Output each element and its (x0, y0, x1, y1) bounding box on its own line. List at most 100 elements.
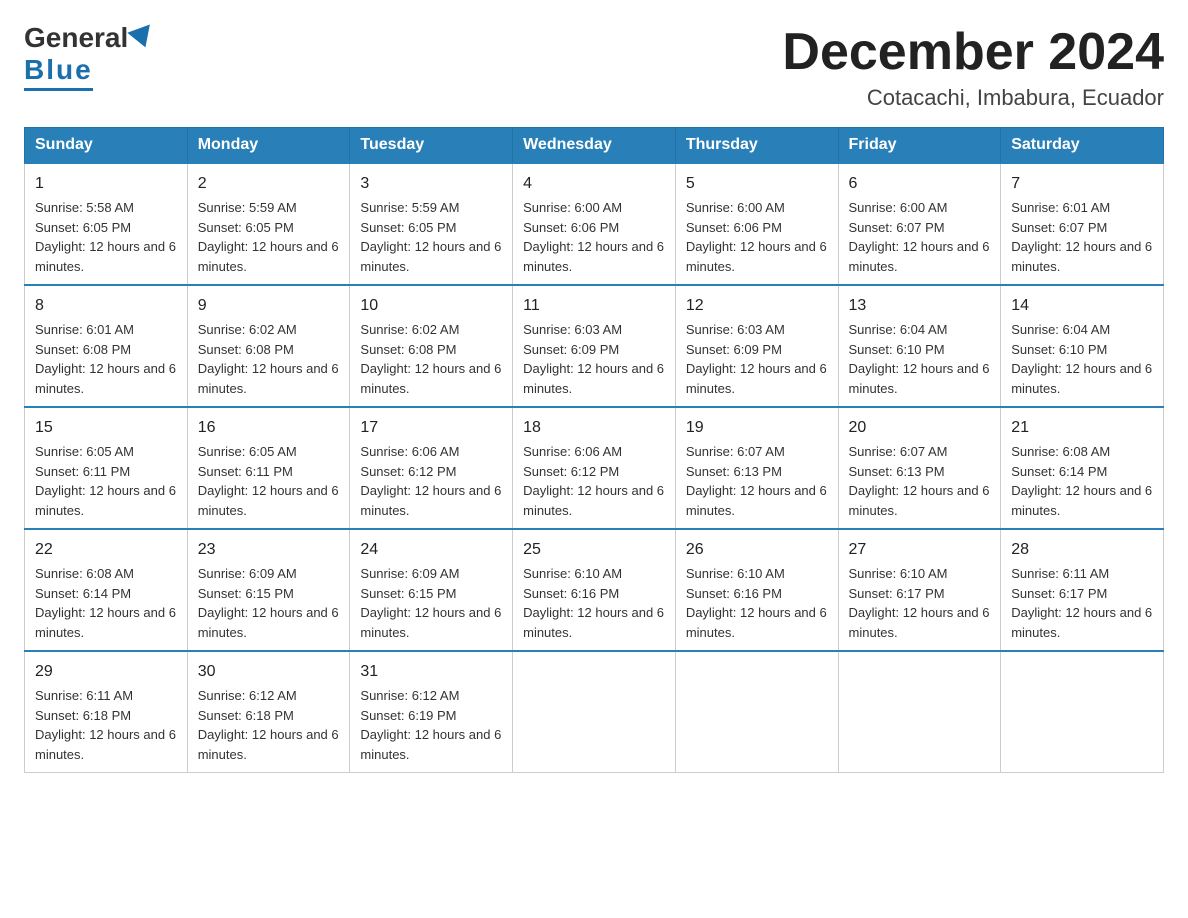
day-info: Sunrise: 6:03 AMSunset: 6:09 PMDaylight:… (523, 322, 664, 396)
col-header-thursday: Thursday (675, 128, 838, 164)
day-info: Sunrise: 6:00 AMSunset: 6:06 PMDaylight:… (686, 200, 827, 274)
day-number: 13 (849, 294, 991, 318)
logo-blue-text: Blue (24, 54, 93, 91)
day-info: Sunrise: 6:04 AMSunset: 6:10 PMDaylight:… (849, 322, 990, 396)
day-info: Sunrise: 6:11 AMSunset: 6:17 PMDaylight:… (1011, 566, 1152, 640)
day-number: 17 (360, 416, 502, 440)
day-number: 4 (523, 172, 665, 196)
calendar-week-row: 15 Sunrise: 6:05 AMSunset: 6:11 PMDayligh… (25, 407, 1164, 529)
calendar-cell: 14 Sunrise: 6:04 AMSunset: 6:10 PMDayligh… (1001, 285, 1164, 407)
day-info: Sunrise: 5:59 AMSunset: 6:05 PMDaylight:… (198, 200, 339, 274)
day-info: Sunrise: 6:09 AMSunset: 6:15 PMDaylight:… (360, 566, 501, 640)
col-header-monday: Monday (187, 128, 350, 164)
day-number: 9 (198, 294, 340, 318)
calendar-cell: 22Sunrise: 6:08 AMSunset: 6:14 PMDayligh… (25, 529, 188, 651)
day-number: 29 (35, 660, 177, 684)
day-info: Sunrise: 6:11 AMSunset: 6:18 PMDaylight:… (35, 688, 176, 762)
day-info: Sunrise: 6:05 AMSunset: 6:11 PMDaylight:… (35, 444, 176, 518)
day-info: Sunrise: 6:08 AMSunset: 6:14 PMDaylight:… (1011, 444, 1152, 518)
day-number: 5 (686, 172, 828, 196)
calendar-cell: 13 Sunrise: 6:04 AMSunset: 6:10 PMDayligh… (838, 285, 1001, 407)
calendar-week-row: 1 Sunrise: 5:58 AMSunset: 6:05 PMDaylight… (25, 163, 1164, 285)
day-number: 3 (360, 172, 502, 196)
day-number: 12 (686, 294, 828, 318)
calendar-cell: 28 Sunrise: 6:11 AMSunset: 6:17 PMDayligh… (1001, 529, 1164, 651)
calendar-cell: 24 Sunrise: 6:09 AMSunset: 6:15 PMDayligh… (350, 529, 513, 651)
calendar-cell: 11 Sunrise: 6:03 AMSunset: 6:09 PMDayligh… (513, 285, 676, 407)
calendar-cell: 26 Sunrise: 6:10 AMSunset: 6:16 PMDayligh… (675, 529, 838, 651)
page-header: General Blue December 2024 Cotacachi, Im… (24, 24, 1164, 111)
calendar-cell: 7Sunrise: 6:01 AMSunset: 6:07 PMDaylight… (1001, 163, 1164, 285)
calendar-cell: 23 Sunrise: 6:09 AMSunset: 6:15 PMDayligh… (187, 529, 350, 651)
calendar-cell: 5 Sunrise: 6:00 AMSunset: 6:06 PMDaylight… (675, 163, 838, 285)
day-number: 15 (35, 416, 177, 440)
day-number: 27 (849, 538, 991, 562)
calendar-cell: 21 Sunrise: 6:08 AMSunset: 6:14 PMDayligh… (1001, 407, 1164, 529)
day-number: 19 (686, 416, 828, 440)
day-info: Sunrise: 6:01 AMSunset: 6:07 PMDaylight:… (1011, 200, 1152, 274)
col-header-sunday: Sunday (25, 128, 188, 164)
day-info: Sunrise: 6:03 AMSunset: 6:09 PMDaylight:… (686, 322, 827, 396)
calendar-table: SundayMondayTuesdayWednesdayThursdayFrid… (24, 127, 1164, 773)
day-info: Sunrise: 6:07 AMSunset: 6:13 PMDaylight:… (686, 444, 827, 518)
logo-triangle-icon (128, 24, 157, 51)
day-number: 23 (198, 538, 340, 562)
day-info: Sunrise: 6:00 AMSunset: 6:07 PMDaylight:… (849, 200, 990, 274)
day-number: 14 (1011, 294, 1153, 318)
day-number: 20 (849, 416, 991, 440)
day-info: Sunrise: 6:00 AMSunset: 6:06 PMDaylight:… (523, 200, 664, 274)
calendar-cell: 12 Sunrise: 6:03 AMSunset: 6:09 PMDayligh… (675, 285, 838, 407)
logo-general-text: General (24, 24, 128, 52)
calendar-cell: 25 Sunrise: 6:10 AMSunset: 6:16 PMDayligh… (513, 529, 676, 651)
calendar-cell: 17 Sunrise: 6:06 AMSunset: 6:12 PMDayligh… (350, 407, 513, 529)
day-number: 21 (1011, 416, 1153, 440)
calendar-header-row: SundayMondayTuesdayWednesdayThursdayFrid… (25, 128, 1164, 164)
day-info: Sunrise: 6:10 AMSunset: 6:16 PMDaylight:… (523, 566, 664, 640)
day-number: 11 (523, 294, 665, 318)
col-header-tuesday: Tuesday (350, 128, 513, 164)
calendar-cell: 6 Sunrise: 6:00 AMSunset: 6:07 PMDaylight… (838, 163, 1001, 285)
day-info: Sunrise: 6:04 AMSunset: 6:10 PMDaylight:… (1011, 322, 1152, 396)
col-header-saturday: Saturday (1001, 128, 1164, 164)
calendar-cell: 2Sunrise: 5:59 AMSunset: 6:05 PMDaylight… (187, 163, 350, 285)
day-info: Sunrise: 6:07 AMSunset: 6:13 PMDaylight:… (849, 444, 990, 518)
col-header-wednesday: Wednesday (513, 128, 676, 164)
calendar-cell: 31Sunrise: 6:12 AMSunset: 6:19 PMDayligh… (350, 651, 513, 773)
day-info: Sunrise: 5:58 AMSunset: 6:05 PMDaylight:… (35, 200, 176, 274)
day-number: 6 (849, 172, 991, 196)
calendar-cell: 9Sunrise: 6:02 AMSunset: 6:08 PMDaylight… (187, 285, 350, 407)
location-title: Cotacachi, Imbabura, Ecuador (782, 85, 1164, 111)
calendar-cell: 19 Sunrise: 6:07 AMSunset: 6:13 PMDayligh… (675, 407, 838, 529)
day-number: 24 (360, 538, 502, 562)
col-header-friday: Friday (838, 128, 1001, 164)
day-number: 26 (686, 538, 828, 562)
calendar-cell: 8Sunrise: 6:01 AMSunset: 6:08 PMDaylight… (25, 285, 188, 407)
calendar-cell: 29 Sunrise: 6:11 AMSunset: 6:18 PMDayligh… (25, 651, 188, 773)
calendar-cell: 10 Sunrise: 6:02 AMSunset: 6:08 PMDayligh… (350, 285, 513, 407)
day-info: Sunrise: 6:10 AMSunset: 6:16 PMDaylight:… (686, 566, 827, 640)
day-number: 28 (1011, 538, 1153, 562)
calendar-week-row: 29 Sunrise: 6:11 AMSunset: 6:18 PMDayligh… (25, 651, 1164, 773)
day-number: 10 (360, 294, 502, 318)
day-number: 1 (35, 172, 177, 196)
calendar-cell (1001, 651, 1164, 773)
logo: General Blue (24, 24, 154, 91)
calendar-cell: 30Sunrise: 6:12 AMSunset: 6:18 PMDayligh… (187, 651, 350, 773)
calendar-cell: 18Sunrise: 6:06 AMSunset: 6:12 PMDayligh… (513, 407, 676, 529)
day-info: Sunrise: 6:05 AMSunset: 6:11 PMDaylight:… (198, 444, 339, 518)
calendar-cell: 1 Sunrise: 5:58 AMSunset: 6:05 PMDaylight… (25, 163, 188, 285)
day-info: Sunrise: 6:09 AMSunset: 6:15 PMDaylight:… (198, 566, 339, 640)
day-info: Sunrise: 5:59 AMSunset: 6:05 PMDaylight:… (360, 200, 501, 274)
calendar-week-row: 8Sunrise: 6:01 AMSunset: 6:08 PMDaylight… (25, 285, 1164, 407)
day-number: 31 (360, 660, 502, 684)
day-number: 30 (198, 660, 340, 684)
day-info: Sunrise: 6:02 AMSunset: 6:08 PMDaylight:… (360, 322, 501, 396)
calendar-week-row: 22Sunrise: 6:08 AMSunset: 6:14 PMDayligh… (25, 529, 1164, 651)
day-number: 25 (523, 538, 665, 562)
calendar-cell: 4 Sunrise: 6:00 AMSunset: 6:06 PMDaylight… (513, 163, 676, 285)
month-title: December 2024 (782, 24, 1164, 81)
calendar-cell: 27Sunrise: 6:10 AMSunset: 6:17 PMDayligh… (838, 529, 1001, 651)
day-info: Sunrise: 6:01 AMSunset: 6:08 PMDaylight:… (35, 322, 176, 396)
calendar-cell: 15 Sunrise: 6:05 AMSunset: 6:11 PMDayligh… (25, 407, 188, 529)
day-info: Sunrise: 6:06 AMSunset: 6:12 PMDaylight:… (360, 444, 501, 518)
